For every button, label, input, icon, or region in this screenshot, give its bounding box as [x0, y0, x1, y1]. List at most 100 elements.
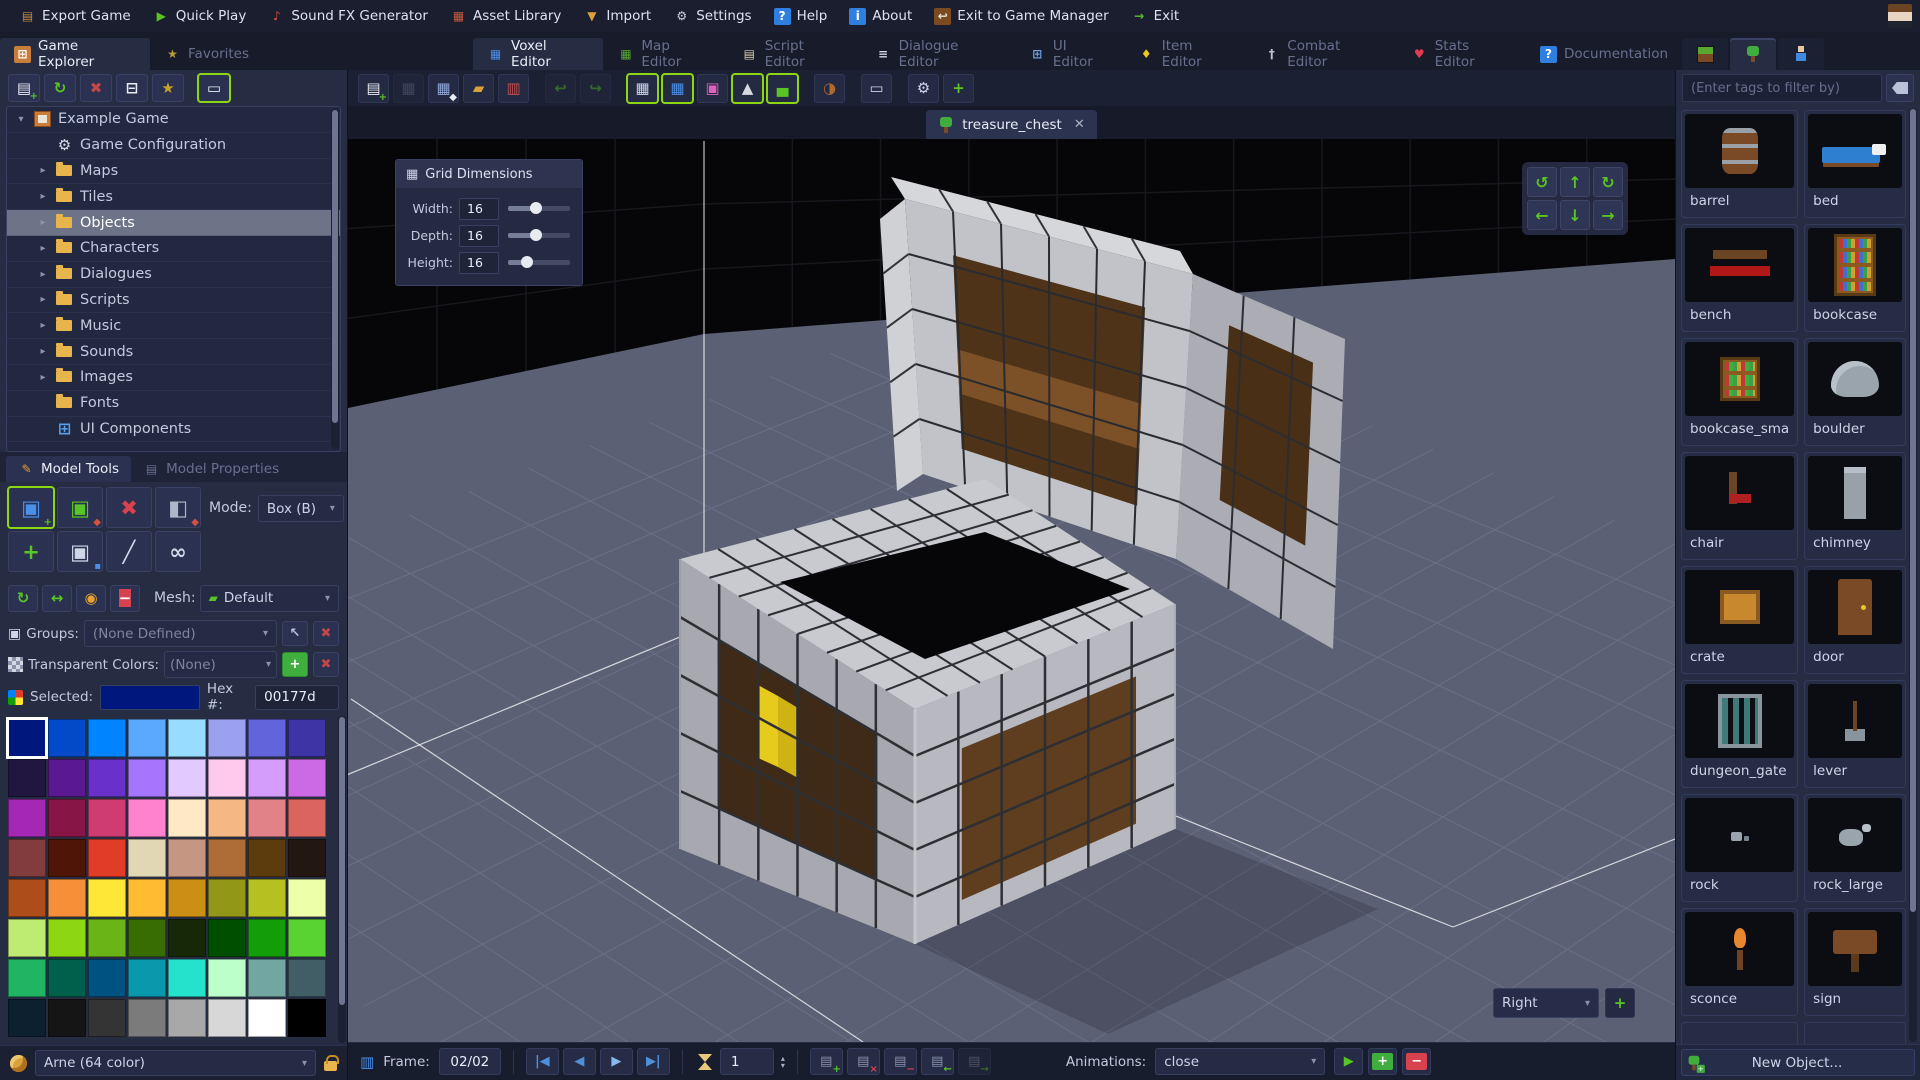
viewport-toolbar-button[interactable]: ↩	[545, 73, 576, 103]
explorer-toolbar-button[interactable]: ★	[152, 74, 184, 102]
voxel-tool-button[interactable]: +	[8, 531, 54, 572]
nav-button[interactable]: →	[1593, 200, 1623, 230]
object-card[interactable]: rock	[1681, 794, 1799, 902]
palette-swatch[interactable]	[248, 919, 286, 957]
delete-group-button[interactable]: ✖	[313, 621, 339, 646]
palette-swatch[interactable]	[208, 879, 246, 917]
object-card[interactable]: door	[1804, 566, 1906, 674]
tag-filter-button[interactable]	[1886, 74, 1914, 102]
object-card[interactable]: rock_large	[1804, 794, 1906, 902]
nav-button[interactable]: ↑	[1560, 167, 1590, 197]
tab-characters[interactable]	[1778, 38, 1824, 70]
view-direction-dropdown[interactable]: Right ▾	[1493, 988, 1599, 1018]
transport-button[interactable]: ▶|	[636, 1048, 670, 1075]
palette-swatch[interactable]	[48, 999, 86, 1037]
editor-tab[interactable]: ⊞ UI Editor	[1015, 38, 1124, 70]
palette-swatch[interactable]	[208, 799, 246, 837]
workspace-tab[interactable]: ⊞ Game Explorer	[0, 38, 151, 70]
menu-item[interactable]: ⚙ Settings	[662, 0, 762, 32]
tab-objects[interactable]	[1730, 38, 1776, 70]
dimension-value-input[interactable]: 16	[459, 224, 499, 247]
object-card[interactable]: bed	[1804, 110, 1906, 218]
slider-thumb[interactable]	[529, 202, 542, 214]
dimension-slider[interactable]	[508, 256, 570, 268]
editor-tab[interactable]: ♦ Item Editor	[1124, 38, 1250, 70]
palette-swatch[interactable]	[288, 959, 326, 997]
palette-swatch[interactable]	[168, 839, 206, 877]
object-card[interactable]: bookcase	[1804, 224, 1906, 332]
remove-transparent-color-button[interactable]: ✖	[313, 652, 339, 677]
nav-button[interactable]: ↻	[1593, 167, 1623, 197]
palette-swatch[interactable]	[48, 879, 86, 917]
voxel-tool-button[interactable]: ✖	[106, 487, 152, 528]
tag-filter-input[interactable]	[1682, 74, 1882, 102]
palette-swatch[interactable]	[208, 959, 246, 997]
palette-swatch[interactable]	[128, 839, 166, 877]
palette-swatch[interactable]	[8, 999, 46, 1037]
menu-item[interactable]: ? Help	[763, 0, 839, 32]
menu-item[interactable]: ▤ Export Game	[8, 0, 142, 32]
expander-icon[interactable]: ▸	[37, 191, 49, 202]
tab-model-properties[interactable]: ▤ Model Properties	[131, 456, 291, 482]
object-card[interactable]: sign	[1804, 908, 1906, 1016]
model-action-button[interactable]: ◉	[76, 584, 106, 612]
tree-item[interactable]: ▸ Sounds	[7, 339, 340, 365]
palette-swatch[interactable]	[248, 999, 286, 1037]
nav-button[interactable]: ↺	[1527, 167, 1557, 197]
palette-swatch[interactable]	[128, 719, 166, 757]
object-card[interactable]: bench	[1681, 224, 1799, 332]
palette-swatch[interactable]	[48, 759, 86, 797]
tree-scrollbar[interactable]	[331, 109, 339, 449]
center-view-button[interactable]: +	[1605, 988, 1635, 1018]
palette-swatch[interactable]	[168, 999, 206, 1037]
tree-item[interactable]: ▸ Characters	[7, 236, 340, 262]
viewport-toolbar-button[interactable]: ↪	[580, 73, 611, 103]
expander-icon[interactable]: ▾	[15, 114, 27, 125]
user-avatar-icon[interactable]	[1888, 4, 1912, 28]
animation-button[interactable]: ▶	[1334, 1048, 1364, 1075]
menu-item[interactable]: ▼ Import	[572, 0, 662, 32]
palette-swatch[interactable]	[8, 919, 46, 957]
spinner-arrows[interactable]: ▴ ▾	[781, 1054, 785, 1069]
editor-tab[interactable]: ♥ Stats Editor	[1397, 38, 1526, 70]
slider-thumb[interactable]	[520, 256, 533, 268]
hex-input[interactable]: 00177d	[255, 684, 339, 710]
palette-swatch[interactable]	[88, 959, 126, 997]
palette-swatch[interactable]	[168, 799, 206, 837]
slider-thumb[interactable]	[529, 229, 542, 241]
tree-item[interactable]: ▸ Images	[7, 365, 340, 391]
new-object-button[interactable]: + New Object...	[1681, 1049, 1915, 1076]
frame-op-button[interactable]: ▤ ×	[846, 1048, 880, 1075]
palette-swatch[interactable]	[88, 879, 126, 917]
nav-button[interactable]: ←	[1527, 200, 1557, 230]
palette-swatch[interactable]	[88, 759, 126, 797]
object-card[interactable]: chair	[1681, 452, 1799, 560]
palette-swatch[interactable]	[8, 879, 46, 917]
palette-swatch[interactable]	[168, 719, 206, 757]
transparent-colors-dropdown[interactable]: (None) ▾	[164, 651, 277, 678]
frame-op-button[interactable]: ▤ →	[957, 1048, 991, 1075]
palette-swatch[interactable]	[88, 799, 126, 837]
voxel-tool-button[interactable]: ◧ ◆	[155, 487, 201, 528]
workspace-tab[interactable]: ★ Favorites	[150, 38, 263, 70]
tree-item[interactable]: ▸ Dialogues	[7, 262, 340, 288]
viewport-toolbar-button[interactable]: ▦	[626, 72, 659, 104]
palette-swatch[interactable]	[168, 959, 206, 997]
palette-swatch[interactable]	[8, 839, 46, 877]
tree-item[interactable]: Game Configuration	[7, 133, 340, 159]
expander-icon[interactable]: ▸	[37, 243, 49, 254]
tree-item[interactable]: UI Components	[7, 417, 340, 443]
palette-swatch[interactable]	[168, 879, 206, 917]
mode-dropdown[interactable]: Box (B) ▾	[257, 495, 344, 522]
palette-swatch[interactable]	[248, 799, 286, 837]
editor-tab[interactable]: ≡ Dialogue Editor	[861, 38, 1015, 70]
palette-swatch[interactable]	[48, 919, 86, 957]
tree-item[interactable]: ▸ Tiles	[7, 184, 340, 211]
model-action-button[interactable]: −	[110, 584, 140, 612]
animation-button[interactable]: −	[1402, 1048, 1432, 1075]
viewport-toolbar-button[interactable]: ▄	[766, 72, 799, 104]
palette-swatch[interactable]	[208, 839, 246, 877]
viewport-toolbar-button[interactable]: ◑	[814, 73, 845, 103]
dimension-value-input[interactable]: 16	[459, 251, 499, 274]
model-action-button[interactable]: ↻	[8, 584, 38, 612]
